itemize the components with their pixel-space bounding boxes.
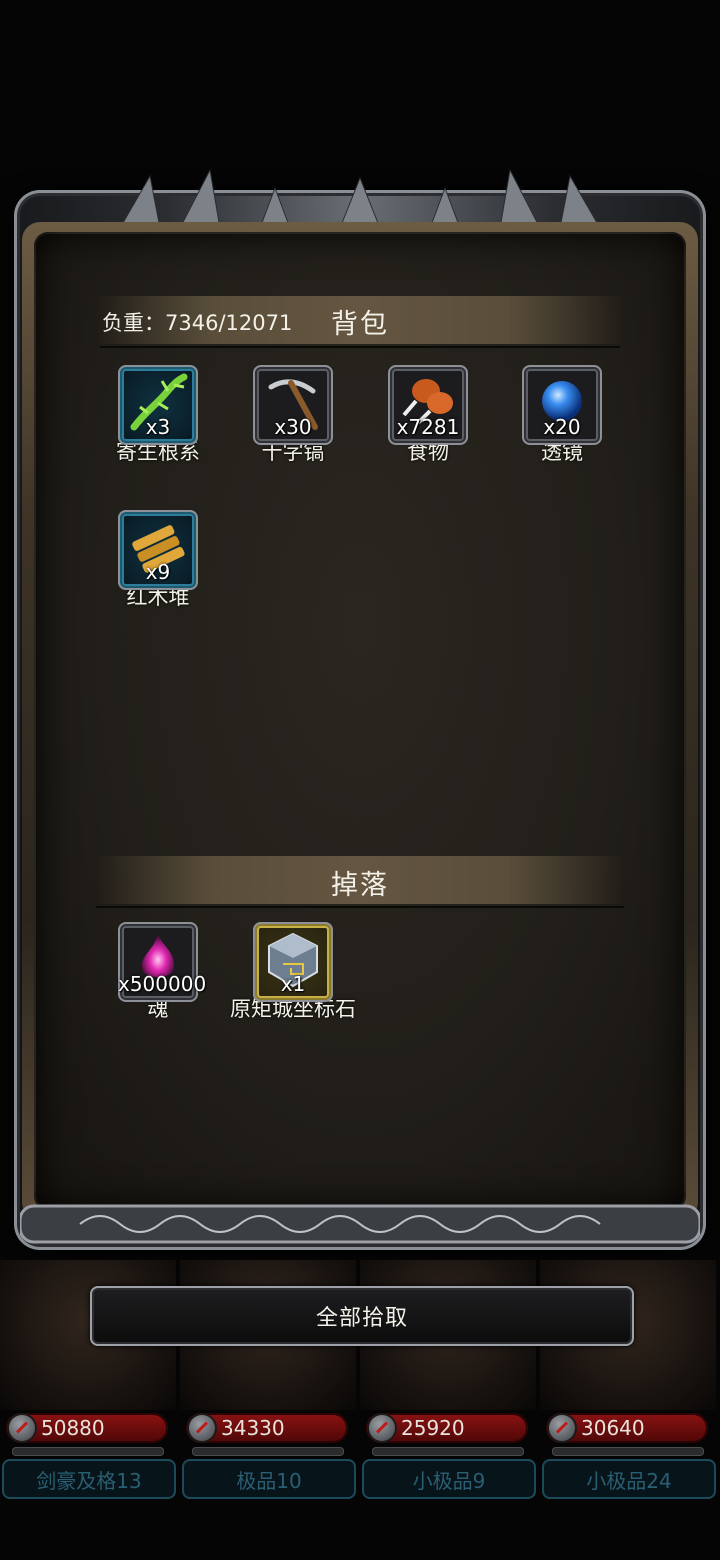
item-slot: x500000 <box>118 922 207 1002</box>
hero-hp-value: 25920 <box>401 1416 465 1440</box>
inventory-title: 背包 <box>331 309 389 340</box>
hero-name-label: 小极品24 <box>542 1459 716 1499</box>
hero-hp-bar: 30640 <box>546 1413 708 1443</box>
hero-progress-bar <box>372 1447 524 1456</box>
item-quantity: x20 <box>543 415 581 439</box>
item-slot: x7281 <box>388 365 468 445</box>
hero-progress-bar <box>552 1447 704 1456</box>
drops-header-line <box>96 906 624 908</box>
hero-progress-bar <box>12 1447 164 1456</box>
hp-sword-icon <box>9 1415 35 1441</box>
hp-sword-icon <box>189 1415 215 1441</box>
bottom-ornament <box>20 1204 700 1244</box>
inventory-item-parasitic-root[interactable]: x3 寄生根系 <box>113 365 203 466</box>
item-quantity: x3 <box>145 415 171 439</box>
inventory-item-wood-pile[interactable]: x9 红木堆 <box>113 510 203 611</box>
item-quantity: x30 <box>274 415 312 439</box>
inventory-item-pickaxe[interactable]: x30 十字镐 <box>248 365 338 466</box>
weight-label: 负重：7346/12071 <box>102 311 293 335</box>
hp-sword-icon <box>549 1415 575 1441</box>
item-quantity: x7281 <box>396 415 460 439</box>
item-slot: x3 <box>118 365 198 445</box>
inventory-item-lens[interactable]: x20 透镜 <box>517 365 607 466</box>
hero-hp-bar: 25920 <box>366 1413 528 1443</box>
hp-sword-icon <box>369 1415 395 1441</box>
hero-name-label: 小极品9 <box>362 1459 536 1499</box>
pick-all-button[interactable]: 全部拾取 <box>90 1286 634 1346</box>
item-quantity: x9 <box>145 560 171 584</box>
hero-name-label: 剑豪及格13 <box>2 1459 176 1499</box>
drops-title: 掉落 <box>331 870 389 901</box>
hero-hp-value: 50880 <box>41 1416 105 1440</box>
frame-spikes-ornament <box>119 168 601 228</box>
item-quantity: x1 <box>280 972 306 996</box>
hero-hp-bar: 34330 <box>186 1413 348 1443</box>
inventory-header-line <box>100 346 620 348</box>
item-slot: x9 <box>118 510 198 590</box>
hero-hp-value: 30640 <box>581 1416 645 1440</box>
drop-item-soul[interactable]: x500000 魂 <box>113 922 207 1023</box>
item-slot: x1 <box>253 922 333 1002</box>
hero-name-label: 极品10 <box>182 1459 356 1499</box>
hero-progress-bar <box>192 1447 344 1456</box>
inventory-item-food[interactable]: x7281 食物 <box>383 365 473 466</box>
item-slot: x30 <box>253 365 333 445</box>
hero-hp-value: 34330 <box>221 1416 285 1440</box>
hero-hp-bar: 50880 <box>6 1413 168 1443</box>
item-quantity: x500000 <box>118 972 207 996</box>
drop-item-coordinate-stone[interactable]: x1 原矩城坐标石 <box>230 922 356 1023</box>
item-slot: x20 <box>522 365 602 445</box>
